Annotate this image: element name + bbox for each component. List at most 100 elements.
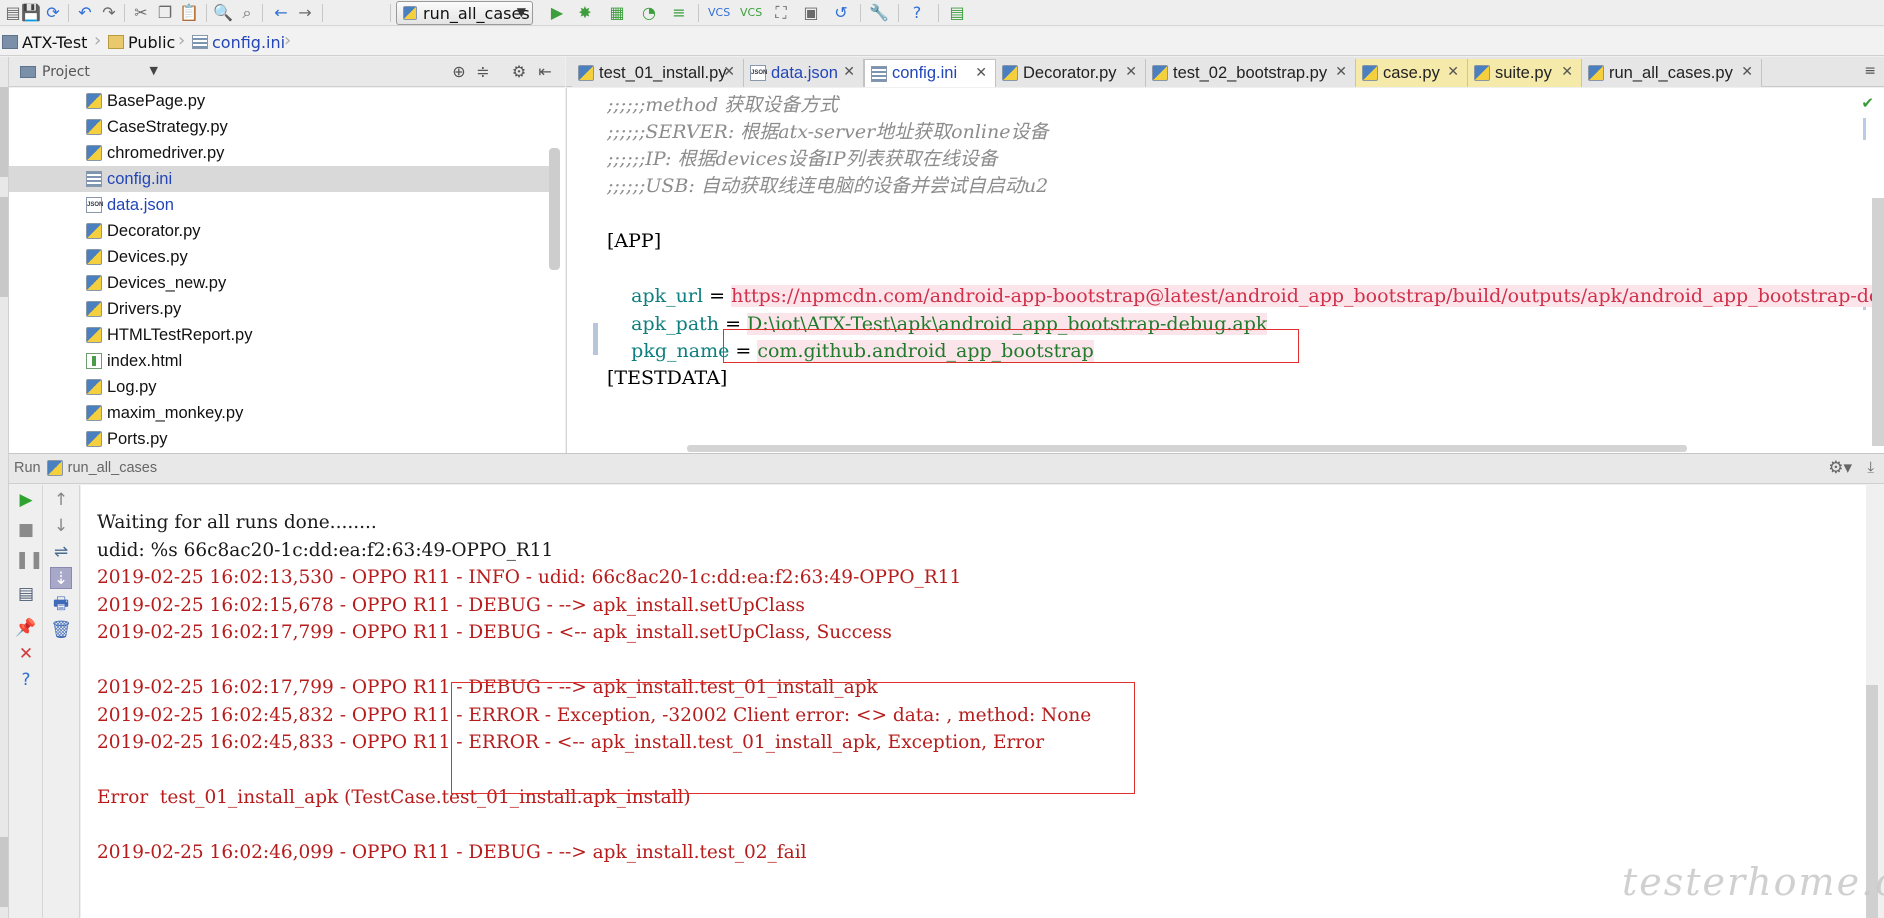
console-line: Waiting for all runs done........ xyxy=(97,512,377,533)
collapse-all-icon[interactable]: ≑ xyxy=(473,62,493,81)
tree-item-basepage[interactable]: BasePage.py xyxy=(9,88,549,114)
editor-horizontal-scrollbar[interactable] xyxy=(687,445,1687,452)
pause-icon[interactable]: ❚❚ xyxy=(15,549,44,571)
tree-item-maxim-monkey[interactable]: maxim_monkey.py xyxy=(9,400,549,426)
close-icon[interactable]: ✕ xyxy=(1335,63,1347,80)
down-icon[interactable]: ↓ xyxy=(50,515,72,537)
sync-icon[interactable]: ⟳ xyxy=(42,2,64,24)
scroll-to-end-icon[interactable]: ⇣ xyxy=(50,567,72,589)
forward-icon[interactable]: → xyxy=(294,2,316,24)
vcs-history-icon[interactable]: ▣ xyxy=(800,2,822,24)
back-icon[interactable]: ← xyxy=(270,2,292,24)
help-icon[interactable]: ? xyxy=(15,669,37,691)
close-icon[interactable]: ✕ xyxy=(1447,63,1459,80)
project-tree-scrollbar[interactable] xyxy=(549,148,560,270)
tree-item-config-ini[interactable]: config.ini xyxy=(9,166,549,192)
console-actions-toolbar: ↑ ↓ ⇌ ⇣ 🖶 🗑 xyxy=(44,485,80,918)
python-file-icon xyxy=(86,275,102,291)
tree-item-data-json[interactable]: JSON data.json xyxy=(9,192,549,218)
copy-icon[interactable]: ❐ xyxy=(154,2,176,24)
run-icon[interactable]: ▶ xyxy=(546,2,568,24)
tree-item-casestrategy[interactable]: CaseStrategy.py xyxy=(9,114,549,140)
minimize-icon[interactable]: ⤓ xyxy=(1867,458,1874,476)
close-icon[interactable]: ✕ xyxy=(1561,63,1573,80)
tab-test-02-bootstrap[interactable]: test_02_bootstrap.py ✕ xyxy=(1146,59,1356,87)
coverage-icon[interactable]: ▦ xyxy=(606,2,628,24)
breadcrumb-item-project[interactable]: ATX-Test xyxy=(2,31,87,53)
project-view-label: Project xyxy=(42,64,90,80)
cut-icon[interactable]: ✂ xyxy=(130,2,152,24)
close-icon[interactable]: ✕ xyxy=(723,63,735,80)
tree-item-htmltestreport[interactable]: HTMLTestReport.py xyxy=(9,322,549,348)
redo-icon[interactable]: ↷ xyxy=(98,2,120,24)
hide-panel-icon[interactable]: ⇤ xyxy=(535,62,555,81)
code-comment: ;;;;;;SERVER: 根据atx-server地址获取online设备 xyxy=(607,121,1049,143)
tree-item-devices[interactable]: Devices.py xyxy=(9,244,549,270)
code-line-apk-url: apk_url = https://npmcdn.com/android-app… xyxy=(607,254,1884,307)
close-icon[interactable]: ✕ xyxy=(15,643,37,665)
breadcrumb-item-file[interactable]: config.ini xyxy=(192,31,285,53)
trash-icon[interactable]: 🗑 xyxy=(50,619,72,641)
save-all-icon[interactable]: 💾 xyxy=(20,2,42,24)
close-icon[interactable]: ✕ xyxy=(1125,63,1137,80)
tab-label: run_all_cases.py xyxy=(1609,63,1733,82)
python-file-icon xyxy=(1152,65,1168,81)
run-title-prefix: Run xyxy=(14,460,41,476)
tree-item-decorator[interactable]: Decorator.py xyxy=(9,218,549,244)
python-file-icon xyxy=(86,379,102,395)
editor-scrollbar[interactable] xyxy=(1872,198,1884,446)
undo-icon[interactable]: ↶ xyxy=(74,2,96,24)
gear-icon[interactable]: ⚙ xyxy=(509,62,529,81)
code-editor[interactable]: ✔ ;;;;;;method 获取设备方式 ;;;;;;SERVER: 根据at… xyxy=(566,88,1884,453)
project-tool-button[interactable] xyxy=(0,87,8,177)
concurrency-icon[interactable]: ≡ xyxy=(668,2,690,24)
pin-icon[interactable]: 📌 xyxy=(15,617,37,639)
python-console-icon[interactable]: ▤ xyxy=(946,2,968,24)
tree-item-label: Log.py xyxy=(107,377,157,396)
tree-item-log[interactable]: Log.py xyxy=(9,374,549,400)
favorites-tool-button[interactable] xyxy=(0,837,8,907)
tab-data-json[interactable]: JSON data.json ✕ xyxy=(744,59,864,87)
tab-decorator[interactable]: Decorator.py ✕ xyxy=(996,59,1146,87)
print-icon[interactable]: 🖶 xyxy=(50,593,72,615)
tree-item-drivers[interactable]: Drivers.py xyxy=(9,296,549,322)
tree-item-index-html[interactable]: index.html xyxy=(9,348,549,374)
tree-item-ports[interactable]: Ports.py xyxy=(9,426,549,452)
structure-tool-button[interactable] xyxy=(0,197,8,297)
rerun-icon[interactable]: ▶ xyxy=(15,489,37,511)
soft-wrap-icon[interactable]: ⇌ xyxy=(50,541,72,563)
locate-icon[interactable]: ⊕ xyxy=(449,62,469,81)
breadcrumb-item-folder[interactable]: Public xyxy=(108,31,175,53)
settings-icon[interactable]: 🔧 xyxy=(868,2,890,24)
tab-suite[interactable]: suite.py ✕ xyxy=(1468,59,1582,87)
tab-run-all-cases[interactable]: run_all_cases.py ✕ xyxy=(1582,59,1762,87)
close-icon[interactable]: ✕ xyxy=(975,64,987,81)
tab-case[interactable]: case.py ✕ xyxy=(1356,59,1468,87)
tree-item-label: maxim_monkey.py xyxy=(107,403,244,422)
up-icon[interactable]: ↑ xyxy=(50,489,72,511)
tree-item-chromedriver[interactable]: chromedriver.py xyxy=(9,140,549,166)
tab-config-ini[interactable]: config.ini ✕ xyxy=(864,59,996,87)
stop-icon[interactable]: ■ xyxy=(15,519,37,541)
vcs-update-icon[interactable]: VCS xyxy=(708,2,730,24)
close-icon[interactable]: ✕ xyxy=(843,63,855,80)
tree-item-devices-new[interactable]: Devices_new.py xyxy=(9,270,549,296)
project-view-selector[interactable]: Project ▼ xyxy=(20,62,158,82)
vcs-revert-icon[interactable]: ↺ xyxy=(830,2,852,24)
tab-test-01-install[interactable]: test_01_install.py ✕ xyxy=(572,59,744,87)
code-line-apk-path: apk_path = D:\iot\ATX-Test\apk\android_a… xyxy=(607,282,1268,335)
profile-icon[interactable]: ◔ xyxy=(638,2,660,24)
tab-list-icon[interactable]: ≡ xyxy=(1864,63,1876,79)
debug-icon[interactable]: ✸ xyxy=(574,2,596,24)
help-icon[interactable]: ? xyxy=(906,2,928,24)
vcs-commit-icon[interactable]: VCS xyxy=(740,2,762,24)
paste-icon[interactable]: 📋 xyxy=(178,2,200,24)
dump-threads-icon[interactable]: ▤ xyxy=(15,583,37,605)
find-icon[interactable]: 🔍 xyxy=(212,2,234,24)
replace-icon[interactable]: ⌕ xyxy=(236,2,258,24)
run-configuration-select[interactable]: run_all_cases ▼ xyxy=(396,1,533,25)
close-icon[interactable]: ✕ xyxy=(1741,63,1753,80)
vcs-compare-icon[interactable]: ⛶ xyxy=(770,2,792,24)
gear-icon[interactable]: ⚙▾ xyxy=(1828,458,1852,478)
run-console[interactable]: Waiting for all runs done........ udid: … xyxy=(81,485,1866,918)
